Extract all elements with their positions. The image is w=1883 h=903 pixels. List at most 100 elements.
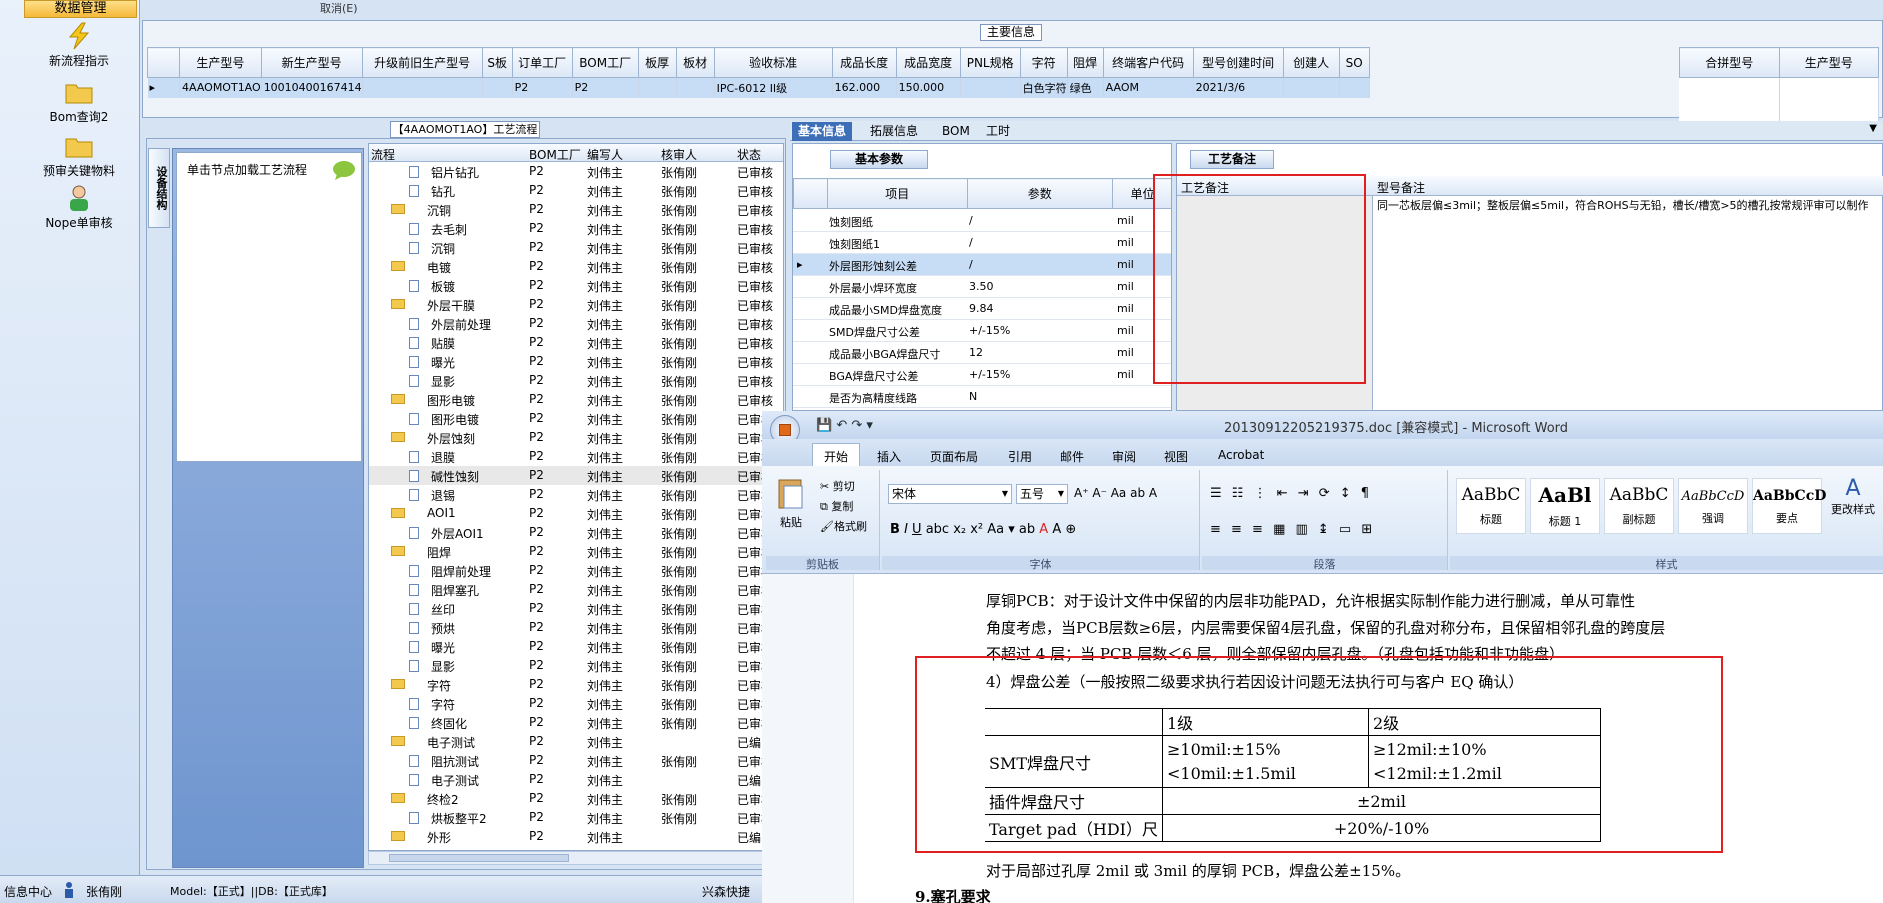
tab-view[interactable]: 视图 — [1164, 448, 1188, 465]
cell[interactable]: mil — [1117, 258, 1134, 271]
cell[interactable]: 4AAOMOT1AO — [179, 77, 262, 98]
basic-params-title[interactable]: 基本参数 — [830, 150, 928, 169]
style-subtitle[interactable]: AaBbC 副标题 — [1604, 478, 1674, 534]
col-header[interactable]: PNL规格 — [959, 47, 1021, 78]
col-header[interactable]: 状态 — [737, 146, 761, 163]
col-header[interactable]: 板材 — [675, 47, 715, 78]
cell[interactable]: IPC-6012 II级 — [714, 77, 833, 98]
cell[interactable]: +/-15% — [969, 324, 1010, 337]
table-row[interactable]: 成品最小BGA焊盘尺寸 12 mil — [793, 342, 1171, 364]
col-header[interactable]: 流程 — [371, 146, 395, 163]
cell[interactable] — [1283, 77, 1340, 98]
tree-row[interactable]: 曝光 P2 刘伟主 张侑刚 已审核 — [369, 352, 783, 371]
tree-row[interactable]: − 字符P2刘伟主张侑刚已审核 — [369, 675, 783, 694]
col-header[interactable]: 创建人 — [1282, 47, 1340, 78]
tree-row[interactable]: − 阻焊P2刘伟主张侑刚已审核 — [369, 542, 783, 561]
tree-row[interactable]: 外层AOI1 P2 刘伟主 张侑刚 已审核 — [369, 523, 783, 542]
col-header[interactable]: 订单工厂 — [511, 47, 573, 78]
cell[interactable]: 外层图形蚀刻公差 — [829, 258, 917, 274]
nav-header-data-management[interactable]: 数据管理 — [24, 0, 137, 18]
tab-work-hours[interactable]: 工时 — [980, 122, 1016, 141]
cell[interactable]: mil — [1117, 346, 1134, 359]
tab-acrobat[interactable]: Acrobat — [1218, 448, 1264, 462]
tab-insert[interactable]: 插入 — [877, 448, 901, 465]
font-size-select[interactable]: 五号 ▼ — [1016, 484, 1068, 504]
style-title[interactable]: AaBbC 标题 — [1456, 478, 1526, 534]
col-header[interactable]: 生产型号 — [1778, 47, 1879, 78]
cell[interactable]: 外层最小焊环宽度 — [829, 280, 917, 296]
remarks-title[interactable]: 工艺备注 — [1190, 150, 1274, 169]
cell[interactable]: mil — [1117, 214, 1134, 227]
tree-row[interactable]: − 外层蚀刻P2刘伟主张侑刚已审核 — [369, 428, 783, 447]
tree-row[interactable]: 阻焊塞孔 P2 刘伟主 张侑刚 已审核 — [369, 580, 783, 599]
col-header[interactable]: 参数 — [966, 178, 1114, 209]
col-header[interactable]: 板厚 — [637, 47, 677, 78]
quick-link[interactable]: 兴森快捷 — [702, 883, 750, 900]
cell[interactable]: 9.84 — [969, 302, 994, 315]
tree-row[interactable]: 电子测试 P2 刘伟主 已编 — [369, 770, 783, 789]
tab-review[interactable]: 审阅 — [1112, 448, 1136, 465]
cell[interactable]: P2 — [512, 77, 573, 98]
col-header[interactable]: 终端客户代码 — [1102, 47, 1194, 78]
change-styles-button[interactable]: A 更改样式 — [1826, 476, 1880, 536]
col-header[interactable]: 核审人 — [661, 146, 697, 163]
tree-row[interactable]: 烘板整平2 P2 刘伟主 张侑刚 已审核 — [369, 808, 783, 827]
tab-mailings[interactable]: 邮件 — [1060, 448, 1084, 465]
paste-button[interactable]: 粘贴 — [780, 514, 802, 530]
cell[interactable]: / — [969, 214, 973, 227]
cancel-menu-clip[interactable]: 取消(E) — [320, 0, 358, 16]
tree-row[interactable]: − 电子测试P2刘伟主已编 — [369, 732, 783, 751]
scrollbar-thumb[interactable] — [389, 854, 569, 862]
col-header[interactable]: 新生产型号 — [260, 47, 363, 78]
cell[interactable]: 成品最小SMD焊盘宽度 — [829, 302, 942, 318]
tree-row[interactable]: 退锡 P2 刘伟主 张侑刚 已审核 — [369, 485, 783, 504]
tree-row[interactable]: − 外形P2刘伟主已编 — [369, 827, 783, 846]
flow-tree[interactable]: 流程 BOM工厂 编写人 核审人 状态 铝片钻孔 P2 刘伟主 张侑刚 已审核 钻孔 P2 刘伟主 张侑刚… — [368, 143, 784, 851]
chevron-down-icon[interactable]: ▼ — [1869, 123, 1877, 134]
cell[interactable]: 白色字符 — [1020, 77, 1068, 98]
table-row[interactable]: ▸ 外层图形蚀刻公差 / mil — [793, 254, 1171, 276]
col-header[interactable]: BOM工厂 — [529, 146, 581, 163]
cell[interactable]: BGA焊盘尺寸公差 — [829, 368, 918, 384]
cell[interactable]: 是否为高精度线路 — [829, 390, 917, 406]
tab-page-layout[interactable]: 页面布局 — [930, 448, 978, 465]
col-header[interactable]: 阻焊 — [1066, 47, 1104, 78]
cut-button[interactable]: ✂ 剪切 — [820, 478, 855, 494]
cell[interactable]: 成品最小BGA焊盘尺寸 — [829, 346, 940, 362]
table-row[interactable]: 成品最小SMD焊盘宽度 9.84 mil — [793, 298, 1171, 320]
paste-icon[interactable] — [776, 476, 806, 510]
cell[interactable]: mil — [1117, 368, 1134, 381]
load-flow-box[interactable]: 单击节点加载工艺流程 — [176, 152, 362, 462]
tab-basic-info[interactable]: 基本信息 — [792, 122, 853, 141]
cell[interactable]: mil — [1117, 324, 1134, 337]
col-header[interactable]: 成品长度 — [831, 47, 897, 78]
col-header[interactable]: 生产型号 — [179, 47, 262, 78]
col-header[interactable]: 项目 — [826, 178, 968, 209]
tree-row[interactable]: − 图形电镀P2刘伟主张侑刚已审核 — [369, 390, 783, 409]
model-remark-text[interactable]: 同一芯板层偏≤3mil；整板层偏≤5mil，符合ROHS与无铅，槽长/槽宽>5的… — [1377, 200, 1877, 212]
font-name-select[interactable]: 宋体 ▼ — [888, 484, 1012, 504]
cell[interactable]: 10010400167414 — [261, 77, 363, 98]
cell[interactable]: mil — [1117, 302, 1134, 315]
tree-row[interactable]: − 沉铜P2刘伟主张侑刚已审核 — [369, 200, 783, 219]
nav-item-nope-review[interactable]: Nope单审核 — [20, 184, 138, 231]
col-header[interactable]: 验收标准 — [713, 47, 833, 78]
cell[interactable]: / — [969, 258, 973, 271]
tree-row[interactable]: − AOI1P2刘伟主张侑刚已审核 — [369, 504, 783, 523]
style-heading1[interactable]: AaBl 标题 1 — [1530, 478, 1600, 534]
tree-row[interactable]: 图形电镀 P2 刘伟主 张侑刚 已审核 — [369, 409, 783, 428]
cell[interactable]: 蚀刻图纸 — [829, 214, 873, 230]
tab-home[interactable]: 开始 — [824, 448, 848, 465]
cell[interactable]: mil — [1117, 280, 1134, 293]
tab-extended-info[interactable]: 拓展信息 — [864, 122, 924, 141]
tree-row[interactable]: 字符 P2 刘伟主 张侑刚 已审核 — [369, 694, 783, 713]
table-row[interactable]: 蚀刻图纸 / mil — [793, 210, 1171, 232]
nav-item-key-material[interactable]: 预审关键物料 — [20, 132, 138, 179]
col-header[interactable]: 升级前旧生产型号 — [361, 47, 483, 78]
tree-row[interactable]: 铝片钻孔 P2 刘伟主 张侑刚 已审核 — [369, 162, 783, 181]
format-painter-button[interactable]: 🖌格式刷 — [820, 518, 867, 534]
style-emphasis[interactable]: AaBbCcD 强调 — [1678, 478, 1748, 534]
tab-references[interactable]: 引用 — [1008, 448, 1032, 465]
table-row[interactable]: SMD焊盘尺寸公差 +/-15% mil — [793, 320, 1171, 342]
cell[interactable] — [1339, 77, 1370, 98]
